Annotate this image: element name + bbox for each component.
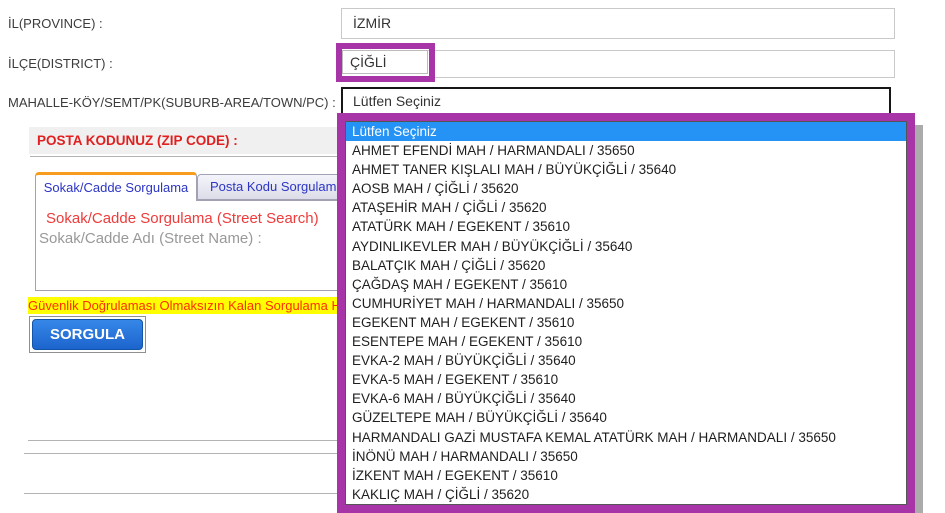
suburb-dropdown-annotation: Lütfen Seçiniz AHMET EFENDİ MAH / HARMAN…: [337, 113, 915, 513]
query-button-bezel: SORGULA: [29, 316, 146, 353]
dropdown-option[interactable]: AYDINLIKEVLER MAH / BÜYÜKÇİĞLİ / 35640: [346, 237, 906, 256]
street-search-heading: Sokak/Cadde Sorgulama (Street Search): [46, 210, 319, 227]
street-name-label: Sokak/Cadde Adı (Street Name) :: [39, 230, 262, 247]
dropdown-option[interactable]: ATATÜRK MAH / EGEKENT / 35610: [346, 217, 906, 236]
dropdown-option[interactable]: GÜZELTEPE MAH / BÜYÜKÇİĞLİ / 35640: [346, 408, 906, 427]
tab-postal-code-search[interactable]: Posta Kodu Sorgulama: [197, 174, 345, 200]
dropdown-option[interactable]: HARMANDALI GAZİ MUSTAFA KEMAL ATATÜRK MA…: [346, 428, 906, 447]
dropdown-option[interactable]: ESENTEPE MAH / EGEKENT / 35610: [346, 332, 906, 351]
dropdown-option[interactable]: AOSB MAH / ÇİĞLİ / 35620: [346, 179, 906, 198]
dropdown-option[interactable]: EVKA-2 MAH / BÜYÜKÇİĞLİ / 35640: [346, 351, 906, 370]
dropdown-option[interactable]: ÇAĞDAŞ MAH / EGEKENT / 35610: [346, 275, 906, 294]
dropdown-option[interactable]: AHMET EFENDİ MAH / HARMANDALI / 35650: [346, 141, 906, 160]
tab-street-search[interactable]: Sokak/Cadde Sorgulama: [35, 172, 197, 201]
suburb-label: MAHALLE-KÖY/SEMT/PK(SUBURB-AREA/TOWN/PC)…: [8, 95, 336, 110]
dropdown-option[interactable]: AHMET TANER KIŞLALI MAH / BÜYÜKÇİĞLİ / 3…: [346, 160, 906, 179]
query-button[interactable]: SORGULA: [32, 319, 143, 350]
remaining-query-notice: Güvenlik Doğrulaması Olmaksızın Kalan So…: [28, 297, 339, 314]
dropdown-option-container: AHMET EFENDİ MAH / HARMANDALI / 35650AHM…: [346, 141, 906, 504]
suburb-select[interactable]: Lütfen Seçiniz: [341, 87, 891, 116]
suburb-dropdown-list: Lütfen Seçiniz AHMET EFENDİ MAH / HARMAN…: [345, 121, 907, 505]
province-input[interactable]: İZMİR: [341, 8, 895, 39]
province-label: İL(PROVINCE) :: [8, 16, 103, 31]
dropdown-option[interactable]: EVKA-6 MAH / BÜYÜKÇİĞLİ / 35640: [346, 389, 906, 408]
dropdown-option[interactable]: İNÖNÜ MAH / HARMANDALI / 35650: [346, 447, 906, 466]
dropdown-option[interactable]: EVKA-5 MAH / EGEKENT / 35610: [346, 370, 906, 389]
dropdown-option[interactable]: BALATÇIK MAH / ÇİĞLİ / 35620: [346, 256, 906, 275]
dropdown-option[interactable]: İZKENT MAH / EGEKENT / 35610: [346, 466, 906, 485]
dropdown-option[interactable]: EGEKENT MAH / EGEKENT / 35610: [346, 313, 906, 332]
dropdown-option[interactable]: KAKLIÇ MAH / ÇİĞLİ / 35620: [346, 485, 906, 504]
postal-code-lookup-page: İL(PROVINCE) : İZMİR İLÇE(DISTRICT) : Çİ…: [0, 0, 945, 513]
dropdown-option[interactable]: CUMHURİYET MAH / HARMANDALI / 35650: [346, 294, 906, 313]
dropdown-option[interactable]: ATAŞEHİR MAH / ÇİĞLİ / 35620: [346, 198, 906, 217]
district-label: İLÇE(DISTRICT) :: [8, 56, 113, 71]
dropdown-option-selected[interactable]: Lütfen Seçiniz: [346, 122, 906, 141]
district-row-box[interactable]: [341, 50, 895, 78]
